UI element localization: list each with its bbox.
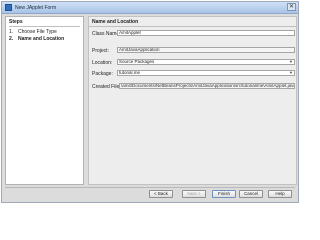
steps-panel: Steps 1. Choose File Type 2. Name and Loca… (5, 16, 84, 185)
chevron-down-icon: ▼ (289, 59, 293, 64)
wizard-window: New JApplet Form ✕ Steps 1. Choose File T… (1, 1, 299, 203)
panel-title: Name and Location (92, 19, 139, 25)
title-bar: New JApplet Form ✕ (2, 2, 298, 14)
back-button[interactable]: < Back (149, 190, 173, 198)
location-value: Source Packages (119, 59, 155, 64)
created-file-label: Created File: (92, 84, 121, 90)
close-button[interactable]: ✕ (287, 3, 296, 11)
app-icon (5, 4, 12, 11)
step-label: Choose File Type (18, 29, 57, 35)
panel-divider (89, 26, 296, 27)
step-number: 1. (9, 29, 14, 35)
project-field: AmitJavaApplication (117, 47, 295, 53)
location-label: Location: (92, 60, 113, 66)
window-title: New JApplet Form (15, 5, 57, 11)
step-name-and-location: 2. Name and Location (9, 36, 64, 42)
next-button[interactable]: Next > (182, 190, 206, 198)
help-button[interactable]: Help (268, 190, 292, 198)
step-number: 2. (9, 36, 14, 42)
button-divider (5, 187, 295, 188)
cancel-button[interactable]: Cancel (239, 190, 263, 198)
project-label: Project: (92, 48, 109, 54)
package-select[interactable]: tutorial.me ▼ (117, 70, 295, 76)
steps-divider (9, 26, 80, 27)
name-location-panel: Name and Location Class Name: AmitApplet… (88, 16, 297, 185)
created-file-field: \amit\Documents\NetBeansProjects\AmitJav… (119, 83, 295, 89)
chevron-down-icon: ▼ (289, 70, 293, 75)
package-label: Package: (92, 71, 113, 77)
step-label: Name and Location (18, 36, 65, 42)
location-select[interactable]: Source Packages ▼ (117, 59, 295, 65)
class-name-input[interactable]: AmitApplet (117, 30, 295, 36)
package-value: tutorial.me (119, 70, 141, 75)
step-choose-file-type: 1. Choose File Type (9, 29, 57, 35)
steps-header: Steps (9, 19, 23, 25)
finish-button[interactable]: Finish (212, 190, 236, 198)
